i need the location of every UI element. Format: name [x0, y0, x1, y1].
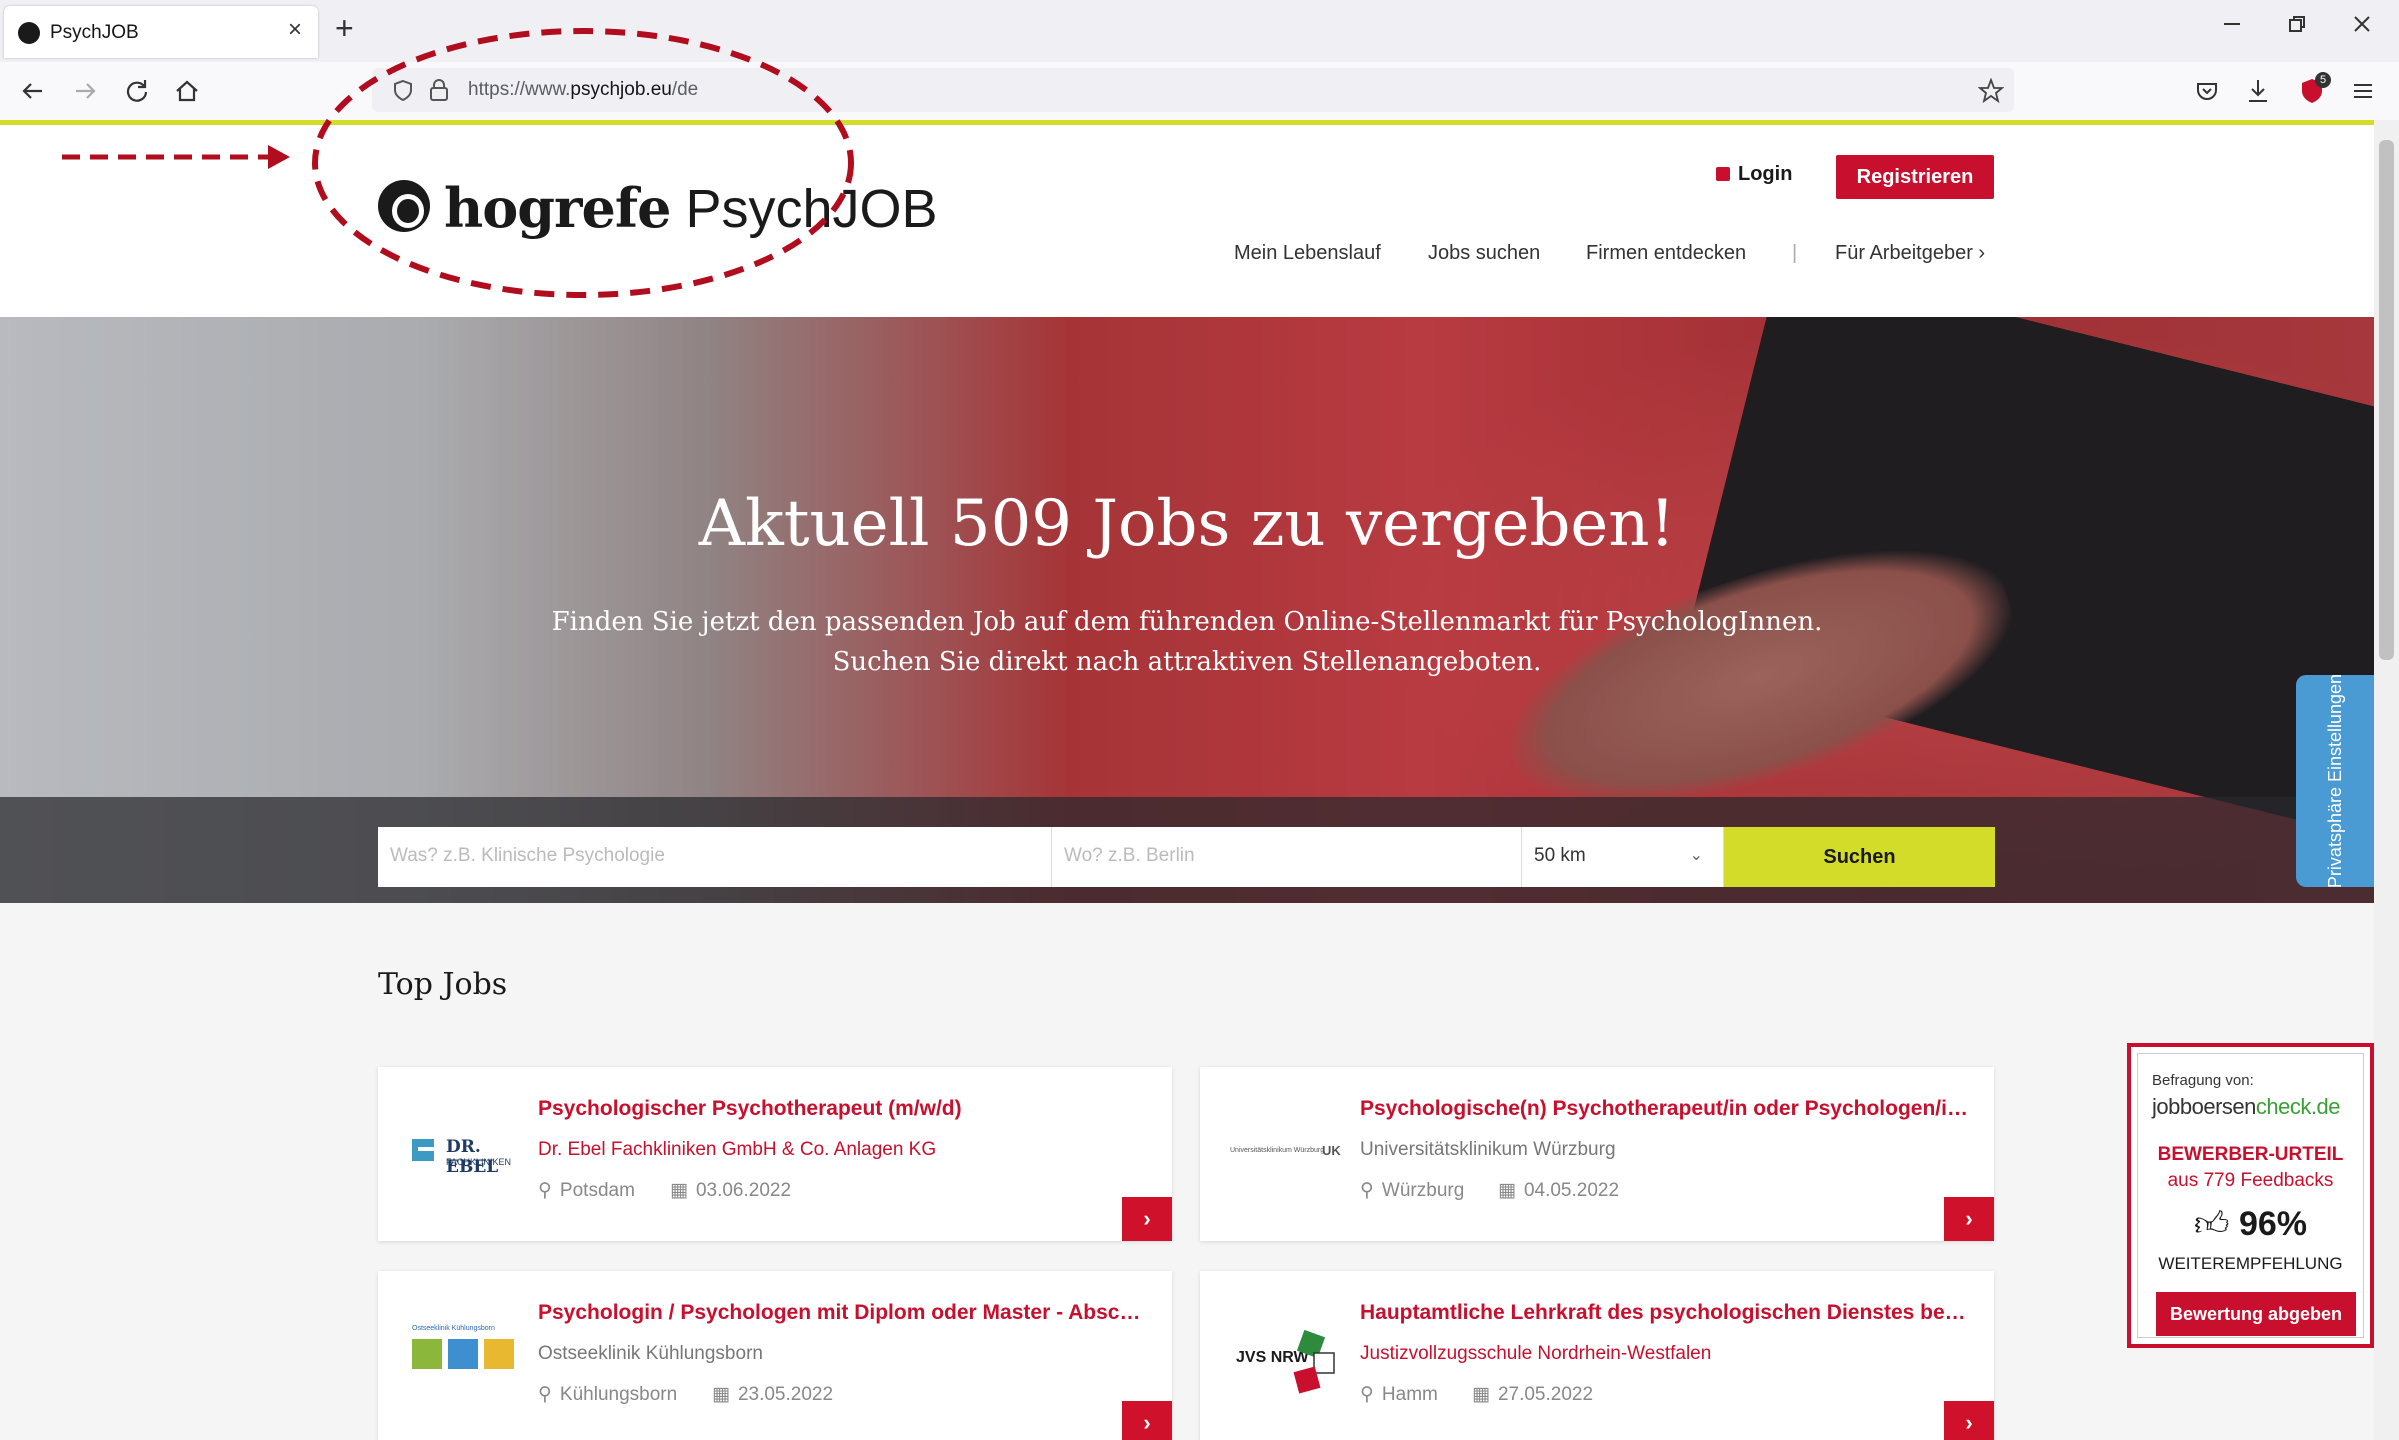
lock-icon[interactable] — [428, 78, 450, 102]
browser-tab-bar: PsychJOB × + — [0, 0, 2399, 62]
company-name[interactable]: Ostseeklinik Kühlungsborn — [538, 1343, 763, 1365]
lock-icon — [1716, 167, 1730, 181]
calendar-icon: ▦ — [1472, 1384, 1490, 1405]
jobboersencheck-logo: jobboersencheck.de — [2152, 1094, 2340, 1119]
survey-by-label: Befragung von: — [2152, 1072, 2254, 1089]
calendar-icon: ▦ — [712, 1384, 730, 1405]
map-pin-icon: ⚲ — [538, 1384, 552, 1405]
jobboersencheck-rating-widget[interactable]: Befragung von: jobboersencheck.de BEWERB… — [2127, 1043, 2374, 1348]
search-bar: Was? z.B. Klinische Psychologie Wo? z.B.… — [0, 797, 2374, 903]
url-text[interactable]: https://www.psychjob.eu/de — [468, 79, 698, 101]
job-title[interactable]: Psychologin / Psychologen mit Diplom ode… — [538, 1301, 1148, 1325]
downloads-icon[interactable] — [2243, 76, 2273, 106]
thumbs-up-icon: 👍︎ — [2193, 1205, 2230, 1243]
shield-icon[interactable] — [392, 79, 414, 101]
what-search-input[interactable]: Was? z.B. Klinische Psychologie — [378, 827, 1052, 887]
minimize-icon[interactable] — [2222, 14, 2242, 34]
job-date: ▦ 04.05.2022 — [1498, 1180, 1620, 1201]
map-pin-icon: ⚲ — [538, 1180, 552, 1201]
open-job-button[interactable]: › — [1944, 1401, 1994, 1440]
psychjob-favicon-icon — [18, 22, 40, 44]
open-job-button[interactable]: › — [1944, 1197, 1994, 1241]
job-location: ⚲ Hamm — [1360, 1384, 1438, 1405]
calendar-icon: ▦ — [1498, 1180, 1516, 1201]
company-logo: Universitätsklinikum Würzburg UK — [1230, 1143, 1341, 1158]
company-logo: DR. EBEL FACHKLINIKEN — [408, 1117, 518, 1197]
register-button[interactable]: Registrieren — [1836, 155, 1994, 199]
job-card[interactable]: Universitätsklinikum Würzburg UK Psychol… — [1200, 1067, 1994, 1241]
extension-badge: 5 — [2315, 72, 2331, 88]
site-header: hogrefe PsychJOB Login Registrieren Mein… — [0, 125, 2374, 317]
rating-headline: BEWERBER-URTEIL — [2157, 1144, 2344, 1165]
browser-toolbar: https://www.psychjob.eu/de 5 — [0, 62, 2399, 120]
reload-icon[interactable] — [122, 76, 152, 106]
hamburger-menu-icon[interactable] — [2348, 76, 2378, 106]
hero-subtitle-1: Finden Sie jetzt den passenden Job auf d… — [551, 607, 1823, 637]
job-card[interactable]: DR. EBEL FACHKLINIKEN Psychologischer Ps… — [378, 1067, 1172, 1241]
scrollbar-thumb[interactable] — [2379, 140, 2394, 660]
ublock-extension-icon[interactable]: 5 — [2297, 72, 2331, 106]
open-job-button[interactable]: › — [1122, 1401, 1172, 1440]
job-card[interactable]: JVS NRW Hauptamtliche Lehrkraft des psyc… — [1200, 1271, 1994, 1440]
calendar-icon: ▦ — [670, 1180, 688, 1201]
tab-title: PsychJOB — [50, 22, 139, 43]
job-title[interactable]: Psychologischer Psychotherapeut (m/w/d) — [538, 1097, 1148, 1121]
job-title[interactable]: Hauptamtliche Lehrkraft des psychologisc… — [1360, 1301, 1970, 1325]
page-scrollbar[interactable] — [2374, 120, 2399, 1440]
forward-arrow-icon[interactable] — [70, 76, 100, 106]
bookmark-star-icon[interactable] — [1978, 78, 2004, 104]
hero-title: Aktuell 509 Jobs zu vergeben! — [698, 487, 1676, 561]
restore-icon[interactable] — [2287, 14, 2307, 34]
tab-close-icon[interactable]: × — [288, 18, 302, 42]
job-location: ⚲ Potsdam — [538, 1180, 635, 1201]
privacy-settings-tab[interactable]: Privatsphäre Einstellungen — [2296, 674, 2374, 888]
search-button[interactable]: Suchen — [1724, 827, 1995, 887]
job-date: ▦ 03.06.2022 — [670, 1180, 792, 1201]
company-name[interactable]: Dr. Ebel Fachkliniken GmbH & Co. Anlagen… — [538, 1139, 936, 1161]
nav-mein-lebenslauf[interactable]: Mein Lebenslauf — [1234, 242, 1381, 265]
nav-jobs-suchen[interactable]: Jobs suchen — [1428, 242, 1540, 265]
radius-select[interactable]: 50 km ⌄ — [1522, 827, 1724, 887]
company-name[interactable]: Universitätsklinikum Würzburg — [1360, 1139, 1616, 1161]
map-pin-icon: ⚲ — [1360, 1384, 1374, 1405]
new-tab-icon[interactable]: + — [335, 12, 354, 44]
login-link[interactable]: Login — [1716, 163, 1792, 186]
web-page: hogrefe PsychJOB Login Registrieren Mein… — [0, 125, 2374, 1440]
hogrefe-logo-icon — [378, 180, 430, 232]
logo-hogrefe: hogrefe — [444, 176, 671, 240]
hero-banner: Aktuell 509 Jobs zu vergeben! Finden Sie… — [0, 317, 2374, 903]
where-search-input[interactable]: Wo? z.B. Berlin — [1052, 827, 1522, 887]
job-location: ⚲ Kühlungsborn — [538, 1384, 678, 1405]
company-logo: JVS NRW — [1230, 1321, 1340, 1401]
job-card[interactable]: Ostseeklinik Kühlungsborn Psychologin / … — [378, 1271, 1172, 1440]
logo-psychjob: PsychJOB — [685, 179, 938, 239]
open-job-button[interactable]: › — [1122, 1197, 1172, 1241]
company-name[interactable]: Justizvollzugsschule Nordrhein-Westfalen — [1360, 1343, 1711, 1365]
rating-recommendation: WEITEREMPFEHLUNG — [2158, 1254, 2343, 1273]
top-jobs-heading: Top Jobs — [378, 967, 508, 1002]
job-title[interactable]: Psychologische(n) Psychotherapeut/in ode… — [1360, 1097, 1970, 1121]
browser-tab[interactable]: PsychJOB × — [4, 6, 318, 58]
nav-separator: | — [1792, 242, 1798, 264]
chevron-down-icon: ⌄ — [1689, 847, 1703, 864]
pocket-icon[interactable] — [2192, 76, 2222, 106]
map-pin-icon: ⚲ — [1360, 1180, 1374, 1201]
home-icon[interactable] — [172, 76, 202, 106]
rating-feedback-count: aus 779 Feedbacks — [2167, 1170, 2334, 1191]
nav-fuer-arbeitgeber[interactable]: Für Arbeitgeber › — [1835, 242, 1985, 265]
rating-percent: 👍︎ 96% — [2193, 1205, 2308, 1243]
back-arrow-icon[interactable] — [18, 76, 48, 106]
nav-firmen-entdecken[interactable]: Firmen entdecken — [1586, 242, 1746, 265]
job-date: ▦ 27.05.2022 — [1472, 1384, 1594, 1405]
hero-subtitle-2: Suchen Sie direkt nach attraktiven Stell… — [832, 647, 1542, 677]
company-logo: Ostseeklinik Kühlungsborn — [408, 1321, 518, 1401]
close-window-icon[interactable] — [2352, 14, 2372, 34]
address-bar[interactable]: https://www.psychjob.eu/de — [372, 68, 2014, 112]
job-location: ⚲ Würzburg — [1360, 1180, 1465, 1201]
submit-rating-button[interactable]: Bewertung abgeben — [2156, 1292, 2356, 1336]
job-date: ▦ 23.05.2022 — [712, 1384, 834, 1405]
